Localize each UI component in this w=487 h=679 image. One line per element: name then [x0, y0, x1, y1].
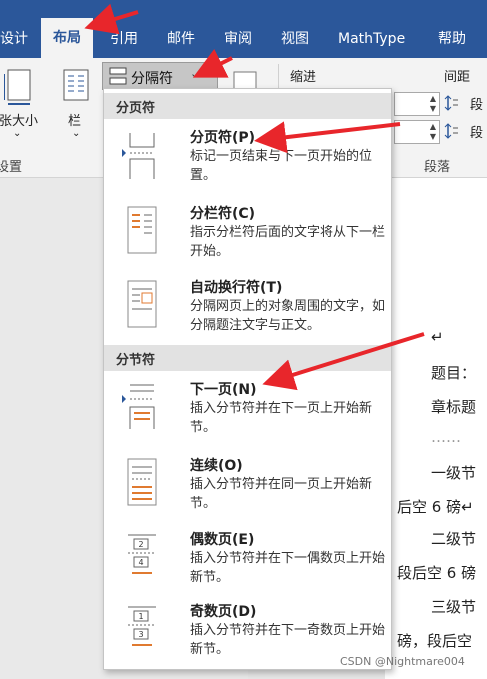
section-header-label: 分页符: [116, 101, 156, 116]
paper-size-icon[interactable]: [4, 68, 36, 106]
tab-view[interactable]: 视图: [281, 22, 309, 58]
spacing-before-icon: [444, 95, 458, 111]
doc-line: 一级节: [431, 464, 477, 482]
menu-item-title: 自动换行符(T): [190, 280, 283, 296]
menu-item-description: 插入分节符并在下一页上开始新节。: [190, 401, 373, 435]
breaks-dropdown-menu: 分页符 分页符(P) 标记一页结束与下一页开始的位置。 分栏符(C) 指示分栏符…: [103, 88, 392, 670]
svg-text:4: 4: [138, 558, 143, 567]
menu-item-description: 插入分节符并在同一页上开始新节。: [190, 477, 373, 511]
tab-help[interactable]: 帮助: [438, 22, 466, 58]
breaks-button-label: 分隔符: [131, 71, 173, 87]
breaks-button[interactable]: 分隔符 ⌄: [102, 62, 218, 90]
menu-item-title: 分栏符(C): [190, 206, 256, 222]
doc-line: 段后空 6 磅: [397, 564, 477, 582]
svg-text:1: 1: [138, 612, 143, 621]
section-header-page-breaks: 分页符: [104, 93, 391, 119]
page-setup-group-label: 设置: [0, 160, 23, 175]
breaks-icon: [109, 67, 127, 85]
text-wrapping-break-icon: [127, 280, 157, 328]
menu-item-description: 插入分节符并在下一偶数页上开始新节。: [190, 551, 386, 585]
menu-item-continuous[interactable]: 连续(O) 插入分节符并在同一页上开始新节。: [104, 455, 391, 515]
indent-right-input[interactable]: ▲ ▼: [394, 120, 440, 144]
svg-text:3: 3: [138, 630, 143, 639]
continuous-section-icon: [127, 458, 157, 506]
doc-line: ……: [431, 428, 461, 446]
doc-line: 题目：: [431, 364, 477, 382]
menu-item-title: 连续(O): [190, 458, 243, 474]
menu-item-text-wrapping-break[interactable]: 自动换行符(T) 分隔网页上的对象周围的文字，如分隔题注文字与正文。: [104, 277, 391, 337]
indent-left-input[interactable]: ▲ ▼: [394, 92, 440, 116]
tab-review[interactable]: 审阅: [224, 22, 252, 58]
paper-size-label[interactable]: 纸张大小: [0, 110, 38, 129]
doc-line: 后空 6 磅↵: [397, 498, 474, 516]
indent-label: 缩进: [290, 70, 317, 85]
menu-item-description: 标记一页结束与下一页开始的位置。: [190, 149, 373, 183]
odd-page-section-icon: 1 3: [128, 606, 156, 646]
document-page[interactable]: ↵ 题目： 章标题 …… 一级节 后空 6 磅↵ 二级节 段后空 6 磅 三级节…: [385, 178, 487, 679]
section-header-label: 分节符: [116, 353, 156, 368]
menu-item-column-break[interactable]: 分栏符(C) 指示分栏符后面的文字将从下一栏开始。: [104, 203, 391, 263]
columns-icon[interactable]: [62, 68, 90, 104]
doc-line: 三级节: [431, 598, 477, 616]
spacing-before-label: 段: [470, 98, 484, 113]
tab-mathtype[interactable]: MathType: [338, 22, 405, 58]
menu-item-title: 分页符(P): [190, 130, 256, 146]
menu-item-next-page[interactable]: 下一页(N) 插入分节符并在下一页上开始新节。: [104, 379, 391, 439]
menu-item-odd-page[interactable]: 1 3 奇数页(D) 插入分节符并在下一奇数页上开始新节。: [104, 601, 391, 661]
menu-item-description: 插入分节符并在下一奇数页上开始新节。: [190, 623, 386, 657]
doc-line: 二级节: [431, 530, 477, 548]
even-page-section-icon: 2 4: [128, 534, 156, 574]
doc-line: 磅，段后空: [397, 632, 473, 650]
spin-arrows-icon[interactable]: ▲ ▼: [430, 94, 436, 114]
menu-item-page-break[interactable]: 分页符(P) 标记一页结束与下一页开始的位置。: [104, 127, 391, 187]
spacing-after-label: 段: [470, 126, 484, 141]
paper-size-chevron-icon[interactable]: ⌄: [13, 128, 21, 139]
column-break-icon: [127, 206, 157, 254]
tab-layout[interactable]: 布局: [41, 18, 93, 58]
page-break-icon: [122, 133, 155, 179]
section-header-section-breaks: 分节符: [104, 345, 391, 371]
tab-references[interactable]: 引用: [110, 22, 138, 58]
chevron-down-icon: ⌄: [190, 67, 200, 80]
menu-item-even-page[interactable]: 2 4 偶数页(E) 插入分节符并在下一偶数页上开始新节。: [104, 529, 391, 589]
ribbon-tab-bar: 设计 布局 引用 邮件 审阅 视图 MathType 帮助: [0, 0, 487, 58]
next-page-section-icon: [122, 384, 155, 429]
menu-item-title: 奇数页(D): [190, 604, 257, 620]
columns-label[interactable]: 栏: [68, 110, 81, 129]
menu-item-description: 分隔网页上的对象周围的文字，如分隔题注文字与正文。: [190, 299, 386, 333]
doc-line: 章标题: [431, 398, 477, 416]
svg-text:2: 2: [138, 540, 143, 549]
tab-mailings[interactable]: 邮件: [167, 22, 195, 58]
paragraph-group-label: 段落: [424, 160, 451, 175]
tab-design[interactable]: 设计: [0, 22, 28, 58]
menu-item-description: 指示分栏符后面的文字将从下一栏开始。: [190, 225, 386, 259]
menu-item-title: 下一页(N): [190, 382, 257, 398]
spin-arrows-icon[interactable]: ▲ ▼: [430, 122, 436, 142]
menu-item-title: 偶数页(E): [190, 532, 255, 548]
spacing-after-icon: [444, 123, 458, 139]
doc-line: ↵: [431, 328, 444, 346]
columns-chevron-icon[interactable]: ⌄: [72, 128, 80, 139]
spacing-label: 间距: [444, 70, 471, 85]
watermark: CSDN @Nightmare004: [340, 655, 465, 668]
